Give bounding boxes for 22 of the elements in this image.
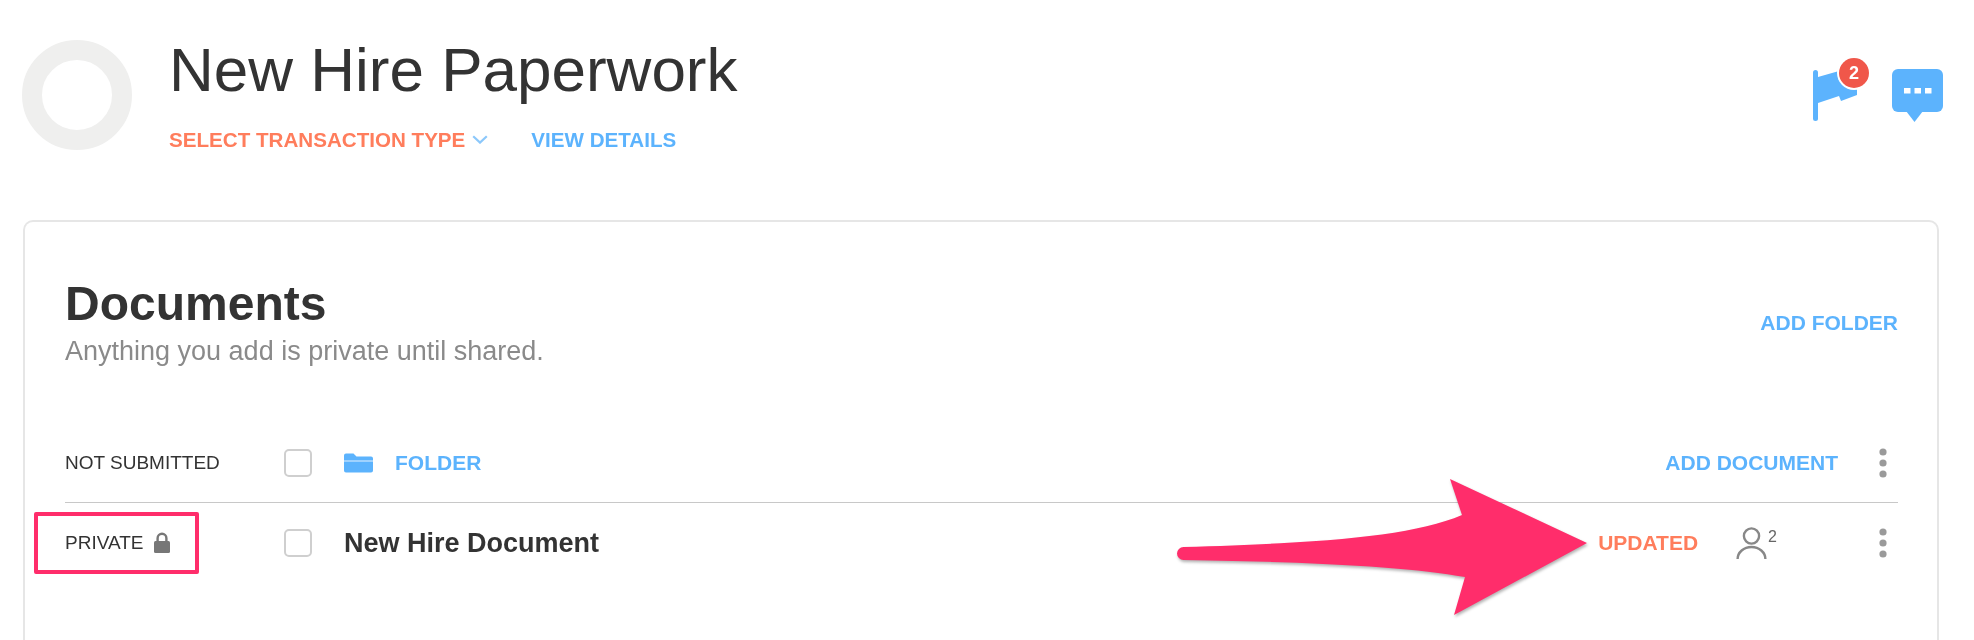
person-icon[interactable]	[1736, 526, 1768, 559]
chevron-down-icon	[472, 135, 489, 144]
document-name[interactable]: New Hire Document	[344, 526, 600, 559]
status-label: PRIVATE	[65, 531, 144, 554]
notification-badge: 2	[1839, 58, 1869, 88]
view-details-link[interactable]: VIEW DETAILS	[531, 127, 677, 152]
share-count: 2	[1768, 528, 1777, 545]
section-subtitle: Anything you add is private until shared.	[65, 335, 544, 368]
status-label: NOT SUBMITTED	[65, 451, 220, 474]
transaction-type-dropdown[interactable]: SELECT TRANSACTION TYPE	[169, 127, 489, 152]
page-title: New Hire Paperwork	[169, 34, 738, 106]
add-folder-link[interactable]: ADD FOLDER	[1760, 310, 1898, 335]
add-document-link[interactable]: ADD DOCUMENT	[1665, 450, 1838, 475]
kebab-menu-icon[interactable]	[1879, 527, 1887, 558]
row-checkbox[interactable]	[284, 448, 312, 477]
section-title: Documents	[65, 276, 328, 332]
chat-icon[interactable]	[1892, 69, 1943, 122]
row-checkbox[interactable]	[284, 528, 312, 557]
folder-icon	[344, 452, 373, 473]
document-status: UPDATED	[1598, 530, 1699, 555]
folder-link[interactable]: FOLDER	[395, 450, 482, 475]
kebab-menu-icon[interactable]	[1879, 447, 1887, 478]
